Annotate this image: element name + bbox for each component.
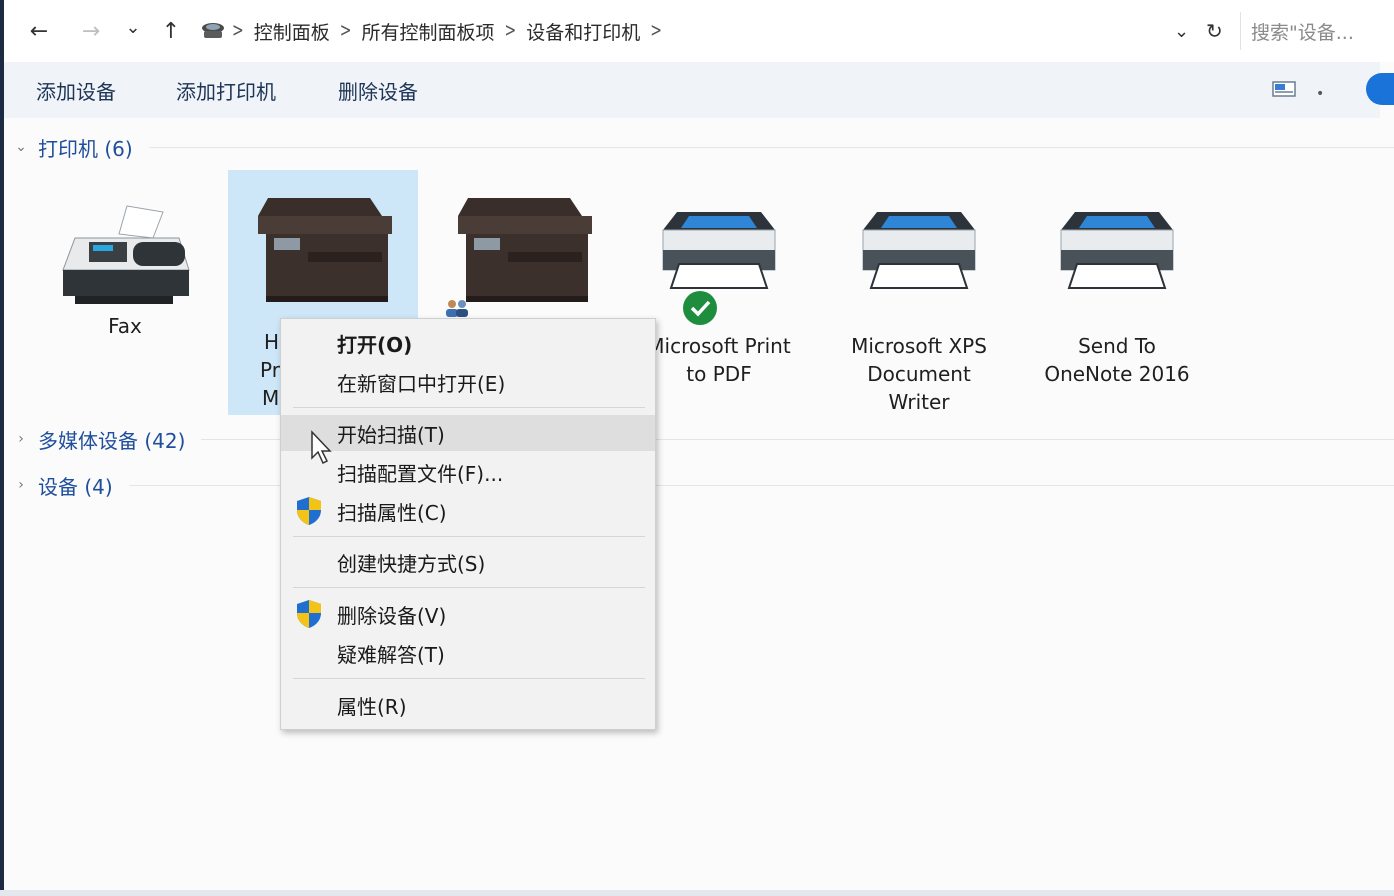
device-label: Fax: [108, 314, 142, 338]
breadcrumb: > 控制面板 > 所有控制面板项 > 设备和打印机 >: [196, 14, 672, 48]
group-divider: [148, 146, 1394, 148]
window-bottom-edge: [0, 890, 1394, 896]
breadcrumb-devices-printers[interactable]: 设备和打印机: [526, 18, 640, 45]
breadcrumb-separator-icon[interactable]: >: [340, 20, 352, 42]
back-button[interactable]: ←: [22, 14, 56, 48]
group-header-multimedia[interactable]: › 多媒体设备 (42): [4, 424, 1394, 454]
device-label: Microsoft XPS: [851, 334, 987, 358]
menu-separator: [293, 407, 645, 408]
device-tile-microsoft-xps-writer[interactable]: Microsoft XPS Document Writer: [824, 206, 1014, 416]
menu-separator: [293, 587, 645, 588]
address-bar: ← → ⌄ ↑ > 控制面板 > 所有控制面板项 > 设备和打印机 > ⌄ ↻ …: [4, 0, 1394, 62]
printer-icon: [862, 212, 976, 289]
menu-item-label: 创建快捷方式(S): [337, 551, 486, 576]
menu-item-label: 打开(O): [337, 332, 413, 357]
search-input[interactable]: 搜索"设备...: [1240, 12, 1394, 50]
add-device-button[interactable]: 添加设备: [36, 76, 116, 105]
printer-icon: [1060, 212, 1174, 289]
group-label-devices: 设备 (4): [38, 474, 113, 499]
recent-locations-button[interactable]: ⌄: [116, 10, 150, 44]
menu-item-scan-properties[interactable]: 扫描属性(C): [281, 493, 655, 529]
uac-shield-icon: [297, 497, 321, 525]
fax-icon: [62, 205, 190, 304]
menu-item-open[interactable]: 打开(O): [281, 325, 655, 361]
chevron-right-icon[interactable]: ›: [4, 431, 38, 447]
device-tile-hp-mfp-2[interactable]: [428, 192, 618, 317]
menu-item-label: 疑难解答(T): [337, 642, 445, 667]
menu-item-label: 在新窗口中打开(E): [337, 371, 506, 396]
breadcrumb-separator-icon[interactable]: >: [650, 20, 662, 42]
command-bar: 添加设备 添加打印机 删除设备 •: [4, 62, 1380, 118]
device-tile-fax[interactable]: Fax: [30, 198, 220, 340]
group-label-multimedia: 多媒体设备 (42): [38, 428, 186, 453]
device-label: Writer: [888, 390, 950, 414]
multifunction-printer-icon: [458, 198, 592, 302]
device-label: Send To: [1078, 334, 1156, 358]
group-header-printers[interactable]: ⌄ 打印机 (6): [4, 132, 1394, 162]
view-options-dropdown-icon[interactable]: •: [1316, 86, 1324, 102]
menu-item-remove-device[interactable]: 删除设备(V): [281, 596, 655, 632]
menu-item-label: 扫描配置文件(F)...: [337, 461, 504, 486]
menu-item-create-shortcut[interactable]: 创建快捷方式(S): [281, 544, 655, 580]
breadcrumb-separator-icon[interactable]: >: [505, 20, 517, 42]
menu-item-label: 扫描属性(C): [337, 500, 447, 525]
menu-item-properties[interactable]: 属性(R): [281, 687, 655, 723]
context-menu: 打开(O) 在新窗口中打开(E) 开始扫描(T) 扫描配置文件(F)... 扫描…: [280, 318, 656, 730]
chevron-right-icon[interactable]: ›: [4, 477, 38, 493]
add-printer-button[interactable]: 添加打印机: [176, 76, 276, 105]
menu-item-start-scan[interactable]: 开始扫描(T): [281, 415, 655, 451]
device-label: Document: [867, 362, 971, 386]
group-header-devices[interactable]: › 设备 (4): [4, 470, 1394, 500]
up-button[interactable]: ↑: [154, 14, 188, 48]
device-label: OneNote 2016: [1044, 362, 1190, 386]
breadcrumb-control-panel[interactable]: 控制面板: [254, 18, 330, 45]
menu-item-label: 开始扫描(T): [337, 422, 445, 447]
device-tile-send-to-onenote[interactable]: Send To OneNote 2016: [1022, 206, 1212, 388]
forward-button[interactable]: →: [74, 14, 108, 48]
menu-item-open-new-window[interactable]: 在新窗口中打开(E): [281, 364, 655, 400]
multifunction-printer-icon: [258, 198, 392, 302]
chevron-down-icon[interactable]: ⌄: [4, 139, 38, 155]
uac-shield-icon: [297, 600, 321, 628]
menu-item-label: 删除设备(V): [337, 603, 447, 628]
refresh-button[interactable]: ↻: [1206, 14, 1223, 48]
remove-device-button[interactable]: 删除设备: [338, 76, 418, 105]
address-dropdown-button[interactable]: ⌄: [1174, 14, 1189, 48]
view-options-icon[interactable]: [1272, 80, 1296, 98]
mouse-cursor-icon: [311, 430, 332, 465]
group-label-printers: 打印机 (6): [38, 136, 133, 161]
menu-item-label: 属性(R): [337, 694, 407, 719]
shared-users-icon: [446, 300, 468, 317]
default-printer-check-icon: [683, 291, 717, 325]
breadcrumb-all-items[interactable]: 所有控制面板项: [361, 18, 494, 45]
help-icon[interactable]: [1366, 73, 1394, 105]
printer-icon: [662, 212, 776, 289]
menu-separator: [293, 536, 645, 537]
menu-item-troubleshoot[interactable]: 疑难解答(T): [281, 635, 655, 671]
menu-separator: [293, 678, 645, 679]
menu-item-scan-profiles[interactable]: 扫描配置文件(F)...: [281, 454, 655, 490]
breadcrumb-separator-icon[interactable]: >: [232, 20, 244, 42]
